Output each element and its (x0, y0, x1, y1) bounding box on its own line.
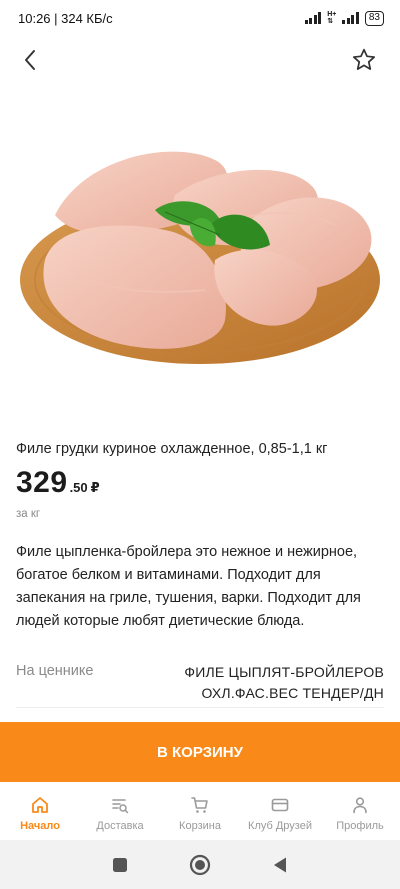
nav-label-home: Начало (20, 820, 60, 832)
product-title: Филе грудки куриное охлажденное, 0,85-1,… (16, 441, 328, 457)
back-button[interactable] (14, 44, 46, 76)
signal-icon (304, 12, 322, 24)
add-to-cart-button[interactable]: В КОРЗИНУ (0, 722, 400, 782)
price-currency: ₽ (90, 480, 100, 495)
nav-label-cart: Корзина (179, 820, 221, 832)
price-unit: за кг (16, 508, 41, 520)
price-tag-value: ФИЛЕ ЦЫПЛЯТ-БРОЙЛЕРОВ ОХЛ.ФАС.ВЕС ТЕНДЕР… (184, 664, 384, 701)
cart-icon (190, 794, 210, 816)
profile-icon (350, 794, 370, 816)
nav-label-profile: Профиль (336, 820, 384, 832)
nav-label-club: Клуб Друзей (248, 820, 312, 832)
price-main: 329 (16, 466, 68, 499)
card-icon (270, 794, 290, 816)
delivery-list-icon (110, 794, 130, 816)
top-bar (0, 40, 400, 80)
star-icon (352, 48, 376, 70)
signal-icon-2 (342, 12, 359, 24)
nav-label-delivery: Доставка (96, 820, 144, 832)
nav-item-profile[interactable]: Профиль (320, 794, 400, 832)
nav-item-delivery[interactable]: Доставка (80, 794, 160, 832)
status-time-speed: 10:26 | 324 КБ/с (18, 10, 113, 26)
price-fraction: .50 (69, 480, 88, 495)
status-bar: 10:26 | 324 КБ/с H+ ⇅ 83 (0, 0, 400, 36)
nav-item-club[interactable]: Клуб Друзей (240, 794, 320, 832)
home-system-button[interactable] (180, 845, 220, 885)
circle-icon (189, 854, 211, 875)
product-description: Филе цыпленка-бройлера это нежное и нежи… (16, 544, 361, 629)
favorite-button[interactable] (348, 44, 380, 76)
recent-apps-button[interactable] (100, 845, 140, 885)
battery-icon: 83 (364, 10, 384, 26)
price: 329 .50 ₽ (16, 466, 100, 500)
product-image (20, 151, 380, 364)
triangle-back-icon (274, 857, 286, 872)
status-icons: H+ ⇅ 83 (304, 10, 384, 26)
chevron-left-icon (25, 50, 35, 70)
nav-item-home[interactable]: Начало (0, 794, 80, 832)
nav-item-cart[interactable]: Корзина (160, 794, 240, 832)
square-icon (113, 857, 127, 872)
home-icon (30, 794, 50, 816)
bottom-nav: Начало Доставка Корзина Клуб Друзей Проф… (0, 782, 400, 840)
price-tag-row: На ценнике ФИЛЕ ЦЫПЛЯТ-БРОЙЛЕРОВ ОХЛ.ФАС… (16, 660, 384, 708)
back-system-button[interactable] (260, 845, 300, 885)
system-nav-bar (0, 840, 400, 889)
price-tag-label: На ценнике (16, 663, 94, 679)
network-type: H+ ⇅ (327, 11, 337, 25)
